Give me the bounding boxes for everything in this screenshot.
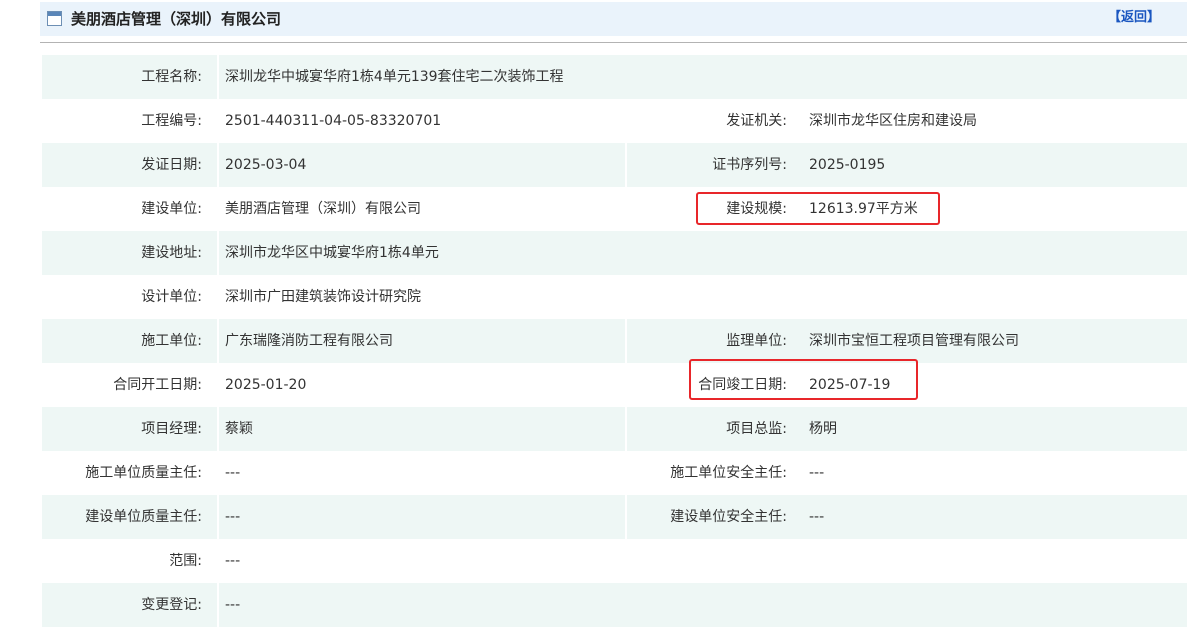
field-label: 合同竣工日期:	[698, 377, 787, 393]
field-label: 施工单位质量主任:	[85, 465, 202, 481]
field-label: 证书序列号:	[712, 157, 787, 173]
row-design-unit: 设计单位: 深圳市广田建筑装饰设计研究院	[42, 275, 1187, 319]
field-label: 范围:	[169, 553, 202, 569]
field-value: 杨明	[809, 421, 837, 437]
field-label: 设计单位:	[141, 289, 202, 305]
field-label: 建设规模:	[726, 201, 787, 217]
permit-info-table: 工程名称: 深圳龙华中城宴华府1栋4单元139套住宅二次装饰工程 工程编号: 2…	[42, 55, 1187, 627]
field-label: 变更登记:	[141, 597, 202, 613]
row-builder-supervisors: 建设单位质量主任: --- 建设单位安全主任: ---	[42, 495, 1187, 539]
field-value: ---	[225, 509, 241, 525]
field-label: 施工单位安全主任:	[670, 465, 787, 481]
field-value: 深圳市宝恒工程项目管理有限公司	[809, 333, 1019, 349]
row-project-name: 工程名称: 深圳龙华中城宴华府1栋4单元139套住宅二次装饰工程	[42, 55, 1187, 99]
page-header: 美朋酒店管理（深圳）有限公司 【返回】	[40, 2, 1187, 36]
page-title: 美朋酒店管理（深圳）有限公司	[71, 10, 282, 28]
field-label: 项目经理:	[141, 421, 202, 437]
field-value: 深圳市龙华区住房和建设局	[809, 113, 977, 129]
back-link[interactable]: 【返回】	[1108, 2, 1160, 34]
field-label: 工程编号:	[141, 113, 202, 129]
field-label: 发证机关:	[726, 113, 787, 129]
field-label: 合同开工日期:	[113, 377, 202, 393]
field-value: 深圳市龙华区中城宴华府1栋4单元	[225, 245, 439, 261]
field-value: ---	[225, 465, 241, 481]
field-value: 深圳龙华中城宴华府1栋4单元139套住宅二次装饰工程	[225, 69, 564, 85]
row-builder: 建设单位: 美朋酒店管理（深圳）有限公司 建设规模: 12613.97平方米	[42, 187, 1187, 231]
row-managers: 项目经理: 蔡颖 项目总监: 杨明	[42, 407, 1187, 451]
field-label: 发证日期:	[141, 157, 202, 173]
field-label: 施工单位:	[141, 333, 202, 349]
field-value: 广东瑞隆消防工程有限公司	[225, 333, 393, 349]
row-address: 建设地址: 深圳市龙华区中城宴华府1栋4单元	[42, 231, 1187, 275]
field-value: 12613.97平方米	[809, 201, 918, 217]
row-contract-dates: 合同开工日期: 2025-01-20 合同竣工日期: 2025-07-19	[42, 363, 1187, 407]
field-value: 2025-07-19	[809, 377, 891, 393]
field-label: 建设单位质量主任:	[85, 509, 202, 525]
field-label: 监理单位:	[726, 333, 787, 349]
field-value: ---	[809, 465, 825, 481]
row-change-registration: 变更登记: ---	[42, 583, 1187, 627]
field-value: 2025-01-20	[225, 377, 307, 393]
row-construction-supervisors: 施工单位质量主任: --- 施工单位安全主任: ---	[42, 451, 1187, 495]
row-issue-date: 发证日期: 2025-03-04 证书序列号: 2025-0195	[42, 143, 1187, 187]
field-label: 建设地址:	[141, 245, 202, 261]
field-value: ---	[809, 509, 825, 525]
field-label: 建设单位安全主任:	[670, 509, 787, 525]
field-value: 2501-440311-04-05-83320701	[225, 113, 442, 129]
field-label: 项目总监:	[726, 421, 787, 437]
field-value: 深圳市广田建筑装饰设计研究院	[225, 289, 421, 305]
field-value: 美朋酒店管理（深圳）有限公司	[225, 201, 421, 217]
row-project-code: 工程编号: 2501-440311-04-05-83320701 发证机关: 深…	[42, 99, 1187, 143]
field-label: 工程名称:	[141, 69, 202, 85]
row-construction-unit: 施工单位: 广东瑞隆消防工程有限公司 监理单位: 深圳市宝恒工程项目管理有限公司	[42, 319, 1187, 363]
field-value: ---	[225, 553, 241, 569]
window-icon	[47, 11, 62, 26]
field-value: ---	[225, 597, 241, 613]
field-label: 建设单位:	[141, 201, 202, 217]
field-value: 2025-03-04	[225, 157, 307, 173]
field-value: 2025-0195	[809, 157, 886, 173]
row-scope: 范围: ---	[42, 539, 1187, 583]
field-value: 蔡颖	[225, 421, 253, 437]
header-divider	[40, 42, 1187, 43]
